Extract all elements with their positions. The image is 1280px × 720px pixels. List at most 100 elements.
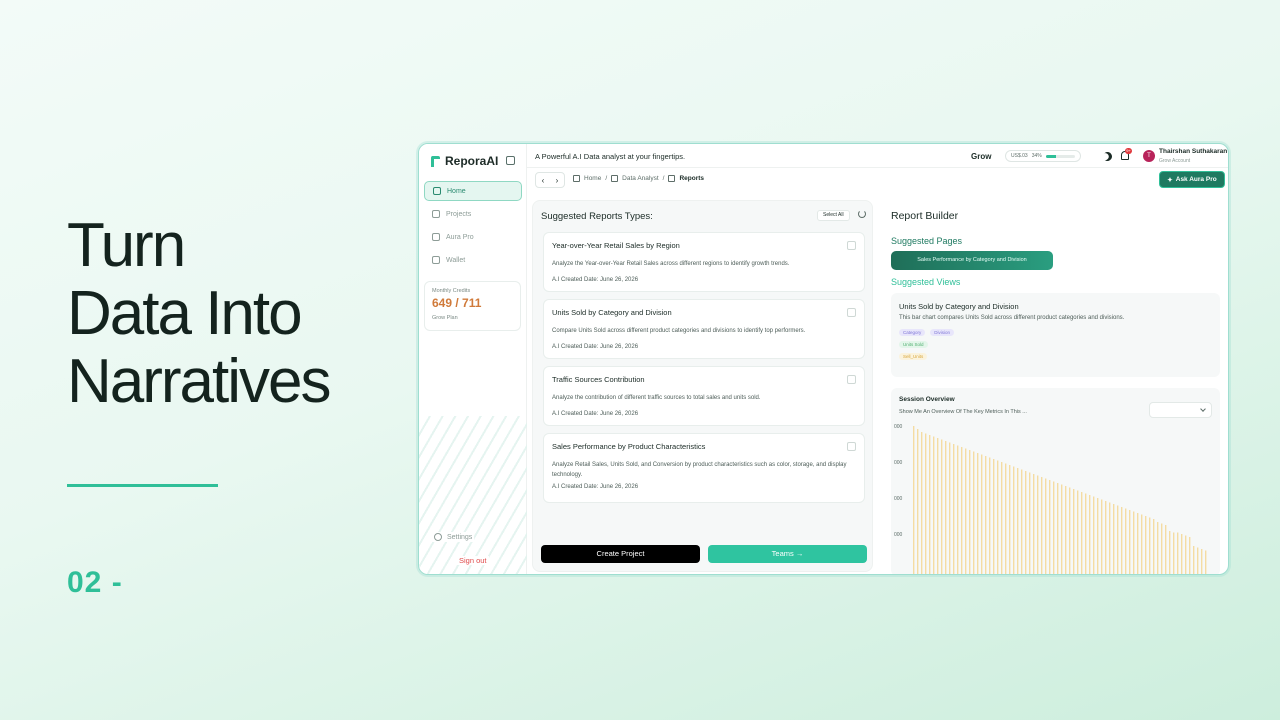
- back-button[interactable]: ‹: [542, 176, 545, 185]
- chart-bar[interactable]: [1181, 534, 1183, 575]
- chart-bar[interactable]: [1121, 507, 1123, 575]
- chart-bar[interactable]: [953, 444, 955, 575]
- chart-bar[interactable]: [1149, 517, 1151, 576]
- chart-bar[interactable]: [1001, 462, 1003, 575]
- report-card[interactable]: Traffic Sources Contribution Analyze the…: [543, 366, 865, 426]
- report-checkbox[interactable]: [847, 442, 856, 451]
- report-checkbox[interactable]: [847, 375, 856, 384]
- chart-bar[interactable]: [1129, 510, 1131, 575]
- chart-bar[interactable]: [1109, 502, 1111, 576]
- chart-bar[interactable]: [1025, 471, 1027, 575]
- chart-bar[interactable]: [1153, 519, 1155, 575]
- chart-bar[interactable]: [933, 436, 935, 576]
- chart-bar[interactable]: [929, 435, 931, 575]
- user-name[interactable]: Thairshan Suthakaran: [1159, 148, 1227, 155]
- refresh-icon[interactable]: [858, 210, 866, 218]
- chart-bar[interactable]: [989, 457, 991, 576]
- chart-bar[interactable]: [1085, 493, 1087, 576]
- chart-bar[interactable]: [1065, 486, 1067, 575]
- breadcrumb-data-analyst[interactable]: Data Analyst: [622, 175, 659, 182]
- forward-button[interactable]: ›: [556, 176, 559, 185]
- chart-bar[interactable]: [1073, 489, 1075, 575]
- chart-bar[interactable]: [1069, 487, 1071, 576]
- chart-bar[interactable]: [1113, 504, 1115, 575]
- chart-bar[interactable]: [1173, 532, 1175, 576]
- sidebar-item-wallet[interactable]: Wallet: [424, 250, 522, 270]
- chart-bar[interactable]: [1105, 501, 1107, 575]
- dark-mode-icon[interactable]: [1101, 150, 1113, 162]
- chart-bar[interactable]: [973, 451, 975, 576]
- chart-bar[interactable]: [1097, 498, 1099, 575]
- report-card[interactable]: Units Sold by Category and Division Comp…: [543, 299, 865, 359]
- chart-bar[interactable]: [921, 432, 923, 575]
- suggested-page-pill[interactable]: Sales Performance by Category and Divisi…: [891, 251, 1053, 270]
- chart-bar[interactable]: [1041, 477, 1043, 575]
- chart-bar[interactable]: [1093, 496, 1095, 576]
- chart-bar[interactable]: [1081, 492, 1083, 575]
- report-checkbox[interactable]: [847, 241, 856, 250]
- chart-bar[interactable]: [1145, 516, 1147, 575]
- chart-bar[interactable]: [1161, 523, 1163, 576]
- select-all-button[interactable]: Select All: [817, 210, 850, 221]
- chart-bar[interactable]: [1201, 549, 1203, 575]
- chart-bar[interactable]: [1021, 469, 1023, 576]
- chart-bar[interactable]: [1165, 525, 1167, 575]
- chart-bar[interactable]: [1057, 483, 1059, 575]
- chart-bar[interactable]: [1117, 505, 1119, 576]
- settings-link[interactable]: Settings: [432, 532, 475, 542]
- report-card[interactable]: Sales Performance by Product Characteris…: [543, 433, 865, 503]
- chart-bar[interactable]: [1125, 508, 1127, 576]
- chart-bar[interactable]: [981, 454, 983, 576]
- chart-bar[interactable]: [1193, 546, 1195, 575]
- chart-bar[interactable]: [1009, 465, 1011, 575]
- chart-bar[interactable]: [1157, 522, 1159, 575]
- chart-bar[interactable]: [1137, 513, 1139, 575]
- report-checkbox[interactable]: [847, 308, 856, 317]
- chart-bar[interactable]: [1169, 531, 1171, 575]
- app-logo[interactable]: ReporaAI: [431, 154, 498, 168]
- chart-bar[interactable]: [965, 448, 967, 576]
- chart-bar[interactable]: [1005, 463, 1007, 576]
- chart-bar[interactable]: [1061, 484, 1063, 576]
- breadcrumb-home[interactable]: Home: [584, 175, 601, 182]
- chart-bar[interactable]: [1037, 475, 1039, 576]
- chart-bar[interactable]: [1205, 550, 1207, 576]
- suggested-view-card[interactable]: Units Sold by Category and Division This…: [891, 293, 1220, 377]
- chart-bar[interactable]: [1033, 474, 1035, 575]
- chart-bar[interactable]: [1017, 468, 1019, 575]
- signout-button[interactable]: Sign out: [457, 556, 489, 565]
- avatar[interactable]: T: [1143, 150, 1155, 162]
- chart-bar[interactable]: [937, 438, 939, 575]
- chart-bar[interactable]: [1053, 481, 1055, 576]
- chart-bar[interactable]: [1045, 478, 1047, 576]
- chart-bar[interactable]: [957, 445, 959, 576]
- session-dropdown[interactable]: [1149, 402, 1212, 418]
- chart-bar[interactable]: [945, 441, 947, 575]
- chart-bar[interactable]: [961, 447, 963, 575]
- chart-bar[interactable]: [1101, 499, 1103, 576]
- report-card[interactable]: Year-over-Year Retail Sales by Region An…: [543, 232, 865, 292]
- chart-bar[interactable]: [941, 439, 943, 576]
- teams-button[interactable]: Teams →: [708, 545, 867, 563]
- sidebar-item-aura-pro[interactable]: Aura Pro: [424, 227, 522, 247]
- chart-bar[interactable]: [1029, 472, 1031, 576]
- chart-bar[interactable]: [913, 426, 915, 575]
- ask-aura-pro-button[interactable]: ✦ Ask Aura Pro: [1159, 171, 1225, 188]
- chart-bar[interactable]: [1089, 495, 1091, 575]
- chart-bar[interactable]: [1013, 466, 1015, 576]
- chart-bar[interactable]: [969, 450, 971, 575]
- chart-bar[interactable]: [1141, 514, 1143, 576]
- chart-bar[interactable]: [1133, 511, 1135, 576]
- chart-bar[interactable]: [977, 453, 979, 575]
- chart-bar[interactable]: [1177, 532, 1179, 576]
- chart-bar[interactable]: [917, 429, 919, 575]
- chart-bar[interactable]: [1189, 537, 1191, 575]
- chart-bar[interactable]: [1077, 490, 1079, 576]
- chart-bar[interactable]: [985, 456, 987, 575]
- chart-bar[interactable]: [993, 459, 995, 575]
- chart-bar[interactable]: [997, 460, 999, 576]
- chart-bar[interactable]: [1185, 535, 1187, 576]
- chart-bar[interactable]: [949, 442, 951, 576]
- chart-bar[interactable]: [925, 433, 927, 576]
- chart-bar[interactable]: [1049, 480, 1051, 575]
